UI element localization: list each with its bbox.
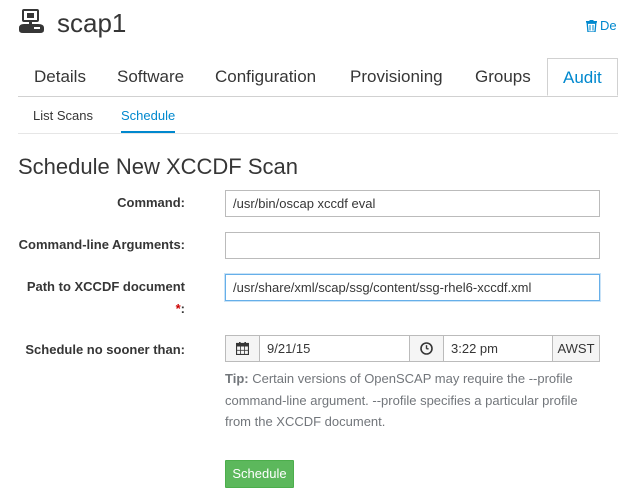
subtab-schedule[interactable]: Schedule (121, 100, 176, 133)
system-title: scap1 (57, 8, 127, 38)
delete-label: De (600, 18, 617, 33)
tab-configuration[interactable]: Configuration (215, 58, 316, 96)
delete-system-link[interactable]: De (586, 18, 617, 33)
tip-text: Tip: Certain versions of OpenSCAP may re… (225, 368, 605, 433)
path-required-marker: *: (18, 301, 185, 316)
tab-audit[interactable]: Audit (547, 58, 618, 96)
path-input[interactable]: /usr/share/xml/scap/ssg/content/ssg-rhel… (225, 274, 600, 301)
path-label: Path to XCCDF document (18, 279, 185, 294)
tip-prefix: Tip: (225, 371, 249, 386)
tip-body: Certain versions of OpenSCAP may require… (225, 371, 578, 429)
tab-software[interactable]: Software (117, 58, 184, 96)
subtab-list-scans[interactable]: List Scans (33, 100, 93, 133)
schedule-button[interactable]: Schedule (225, 460, 294, 488)
tab-groups[interactable]: Groups (475, 58, 531, 96)
main-tabs: Details Software Configuration Provision… (18, 58, 618, 97)
args-label: Command-line Arguments: (18, 237, 185, 252)
date-input[interactable]: 9/21/15 (259, 335, 410, 362)
tab-provisioning[interactable]: Provisioning (350, 58, 443, 96)
calendar-icon (236, 342, 249, 355)
timezone-label: AWST (552, 335, 600, 362)
clock-icon (420, 342, 433, 355)
sub-tabs: List Scans Schedule (18, 100, 618, 134)
time-input[interactable]: 3:22 pm (443, 335, 553, 362)
command-input[interactable]: /usr/bin/oscap xccdf eval (225, 190, 600, 217)
page-heading: Schedule New XCCDF Scan (18, 154, 299, 179)
command-label: Command: (117, 195, 185, 210)
system-icon (18, 9, 46, 35)
path-label-colon: : (180, 301, 185, 316)
date-addon[interactable] (225, 335, 260, 362)
path-label-text: Path to XCCDF document (26, 279, 185, 294)
tab-details[interactable]: Details (34, 58, 86, 96)
time-addon[interactable] (409, 335, 444, 362)
args-input[interactable] (225, 232, 600, 259)
schedule-label: Schedule no sooner than: (25, 342, 185, 357)
trash-icon (586, 19, 597, 32)
